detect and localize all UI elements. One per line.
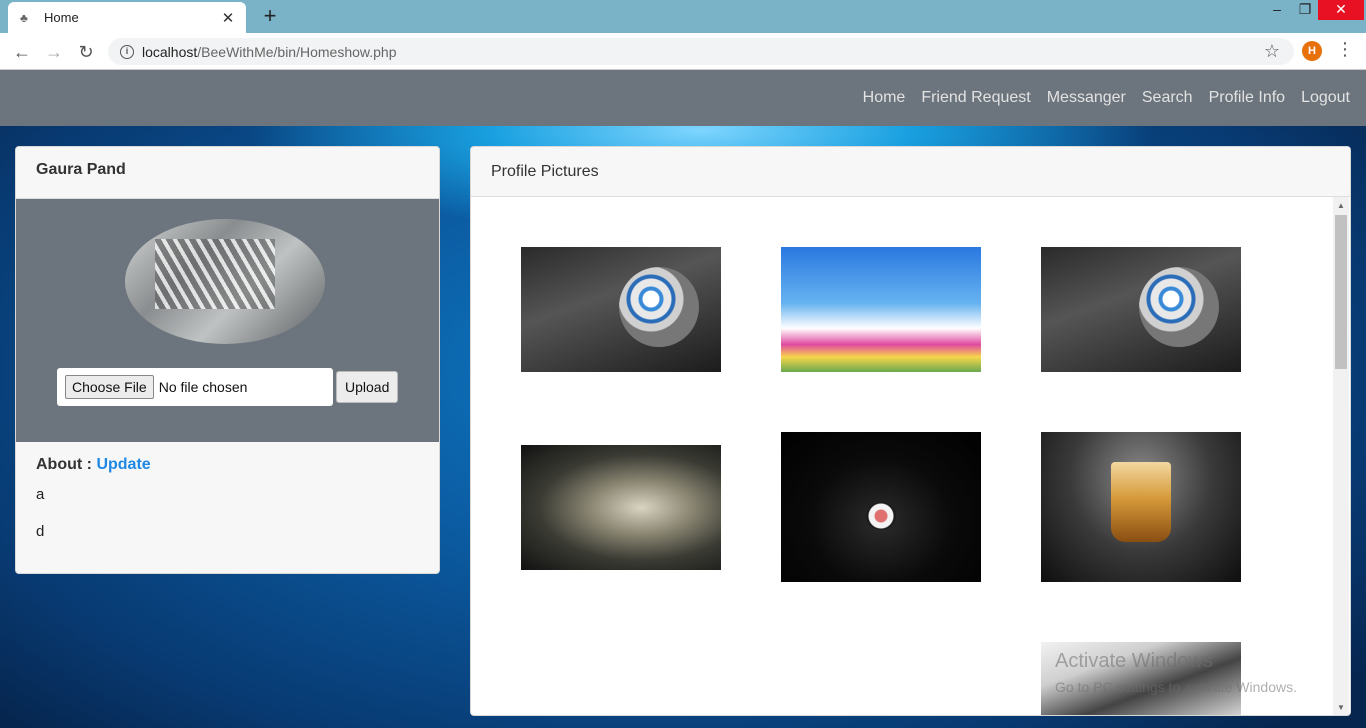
close-window-icon[interactable]: ✕ (1318, 0, 1364, 20)
scroll-thumb[interactable] (1335, 215, 1347, 369)
picture-gallery (471, 197, 1333, 715)
gallery-image-abstract-sphere[interactable] (521, 247, 721, 372)
update-link[interactable]: Update (96, 456, 150, 473)
url-input[interactable]: i localhost/BeeWithMe/bin/Homeshow.php ☆ (108, 38, 1294, 65)
tab-title: Home (44, 10, 79, 25)
choose-file-button[interactable]: Choose File (65, 375, 154, 399)
upload-button[interactable]: Upload (336, 371, 399, 403)
about-heading: About : Update (36, 456, 419, 474)
gallery-image-black-panther[interactable] (781, 432, 981, 582)
profile-pictures-card: Profile Pictures ▲ ▼ (470, 146, 1351, 716)
info-icon[interactable]: i (120, 44, 134, 59)
profile-photo (125, 219, 325, 344)
url-host: localhost (142, 43, 198, 60)
bookmark-star-icon[interactable]: ☆ (1264, 41, 1280, 62)
page-background: Home Friend Request Messanger Search Pro… (0, 70, 1366, 728)
about-label: About : (36, 456, 92, 473)
profile-name: Gaura Pand (16, 147, 439, 199)
top-navigation: Home Friend Request Messanger Search Pro… (0, 70, 1366, 126)
gallery-image-whiskey-glass[interactable] (1041, 432, 1241, 582)
profile-photo-section: Choose File No file chosen Upload (16, 199, 439, 442)
nav-home[interactable]: Home (863, 89, 906, 107)
scroll-up-arrow-icon[interactable]: ▲ (1333, 199, 1349, 213)
gallery-image-fractal-leopard[interactable] (521, 445, 721, 570)
profile-card: Gaura Pand Choose File No file chosen Up… (15, 146, 440, 574)
bee-favicon-icon: ♣ (20, 10, 28, 25)
about-section: About : Update a d (16, 442, 439, 540)
browser-tab[interactable]: ♣ Home ✕ (8, 2, 246, 33)
profile-avatar[interactable]: H (1302, 41, 1322, 61)
close-tab-icon[interactable]: ✕ (220, 9, 236, 27)
about-line: a (36, 486, 45, 503)
profile-pictures-title: Profile Pictures (471, 147, 1350, 197)
browser-tab-bar: ♣ Home ✕ + – ❐ ✕ (0, 0, 1366, 33)
nav-messanger[interactable]: Messanger (1047, 89, 1126, 107)
scroll-down-arrow-icon[interactable]: ▼ (1333, 701, 1349, 715)
gallery-scrollbar[interactable]: ▲ ▼ (1333, 197, 1349, 715)
activate-windows-watermark: Activate Windows Go to PC settings to ac… (1055, 650, 1297, 695)
watermark-title: Activate Windows (1055, 650, 1213, 672)
nav-logout[interactable]: Logout (1301, 89, 1350, 107)
nav-friend-request[interactable]: Friend Request (921, 89, 1030, 107)
browser-menu-icon[interactable]: ⋮ (1336, 39, 1354, 60)
no-file-chosen-label: No file chosen (158, 379, 248, 395)
address-bar: ← → ↻ i localhost/BeeWithMe/bin/Homeshow… (0, 33, 1366, 70)
watermark-subtitle: Go to PC settings to activate Windows. (1055, 679, 1297, 695)
nav-search[interactable]: Search (1142, 89, 1193, 107)
gallery-image-flower-field[interactable] (781, 247, 981, 372)
about-line: d (36, 523, 45, 540)
back-arrow-icon[interactable]: ← (10, 40, 34, 64)
nav-profile-info[interactable]: Profile Info (1209, 89, 1285, 107)
new-tab-icon[interactable]: + (258, 4, 282, 28)
forward-arrow-icon[interactable]: → (42, 40, 66, 64)
gallery-image-abstract-sphere[interactable] (1041, 247, 1241, 372)
file-input[interactable]: Choose File No file chosen (57, 368, 333, 406)
url-path: /BeeWithMe/bin/Homeshow.php (197, 43, 397, 60)
reload-icon[interactable]: ↻ (74, 40, 98, 64)
